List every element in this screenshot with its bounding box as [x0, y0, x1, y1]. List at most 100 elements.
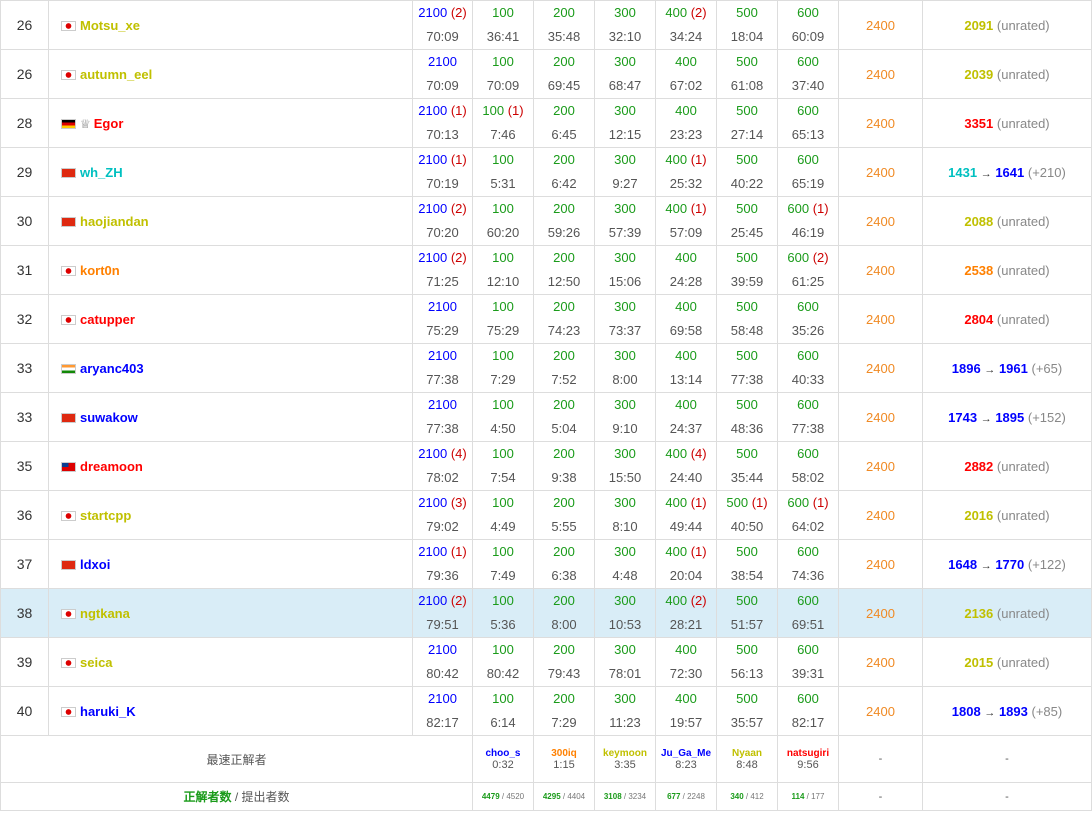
- problem-cell[interactable]: 2100 (2) 79:51: [412, 588, 473, 638]
- problem-cell[interactable]: 500 77:38: [716, 343, 778, 393]
- fastest-user[interactable]: natsugiri: [778, 748, 838, 759]
- problem-cell[interactable]: 200 8:00: [533, 588, 595, 638]
- problem-cell[interactable]: 200 7:29: [533, 686, 595, 736]
- problem-cell[interactable]: 100 (1) 7:46: [472, 98, 534, 148]
- problem-cell[interactable]: 2100 75:29: [412, 294, 473, 344]
- problem-cell[interactable]: 2100 77:38: [412, 343, 473, 393]
- problem-cell[interactable]: 200 6:45: [533, 98, 595, 148]
- problem-cell[interactable]: 300 9:10: [594, 392, 656, 442]
- problem-cell[interactable]: 400 67:02: [655, 49, 717, 99]
- problem-cell[interactable]: 500 40:22: [716, 147, 778, 197]
- problem-cell[interactable]: 400 (1) 20:04: [655, 539, 717, 589]
- problem-cell[interactable]: 2100 (1) 70:13: [412, 98, 473, 148]
- problem-cell[interactable]: 200 5:55: [533, 490, 595, 540]
- problem-cell[interactable]: 2100 (1) 70:19: [412, 147, 473, 197]
- problem-cell[interactable]: 600 65:19: [777, 147, 839, 197]
- problem-cell[interactable]: 200 7:52: [533, 343, 595, 393]
- problem-cell[interactable]: 200 9:38: [533, 441, 595, 491]
- username-link[interactable]: startcpp: [80, 508, 131, 523]
- problem-cell[interactable]: 400 (2) 34:24: [655, 0, 717, 50]
- username-link[interactable]: aryanc403: [80, 361, 144, 376]
- problem-cell[interactable]: 600 39:31: [777, 637, 839, 687]
- problem-cell[interactable]: 300 8:10: [594, 490, 656, 540]
- problem-cell[interactable]: 300 15:06: [594, 245, 656, 295]
- problem-cell[interactable]: 400 69:58: [655, 294, 717, 344]
- username-link[interactable]: autumn_eel: [80, 67, 152, 82]
- problem-cell[interactable]: 300 8:00: [594, 343, 656, 393]
- problem-cell[interactable]: 300 4:48: [594, 539, 656, 589]
- problem-cell[interactable]: 100 5:31: [472, 147, 534, 197]
- username-link[interactable]: ngtkana: [80, 606, 130, 621]
- problem-cell[interactable]: 300 15:50: [594, 441, 656, 491]
- problem-cell[interactable]: 2100 82:17: [412, 686, 473, 736]
- problem-cell[interactable]: 300 73:37: [594, 294, 656, 344]
- problem-cell[interactable]: 500 35:57: [716, 686, 778, 736]
- problem-cell[interactable]: 200 6:42: [533, 147, 595, 197]
- problem-cell[interactable]: 600 60:09: [777, 0, 839, 50]
- problem-cell[interactable]: 100 7:54: [472, 441, 534, 491]
- problem-cell[interactable]: 500 18:04: [716, 0, 778, 50]
- username-link[interactable]: suwakow: [80, 410, 138, 425]
- fastest-user[interactable]: Ju_Ga_Me: [656, 748, 716, 759]
- problem-cell[interactable]: 200 79:43: [533, 637, 595, 687]
- problem-cell[interactable]: 600 65:13: [777, 98, 839, 148]
- problem-cell[interactable]: 100 7:49: [472, 539, 534, 589]
- problem-cell[interactable]: 500 (1) 40:50: [716, 490, 778, 540]
- problem-cell[interactable]: 300 12:15: [594, 98, 656, 148]
- problem-cell[interactable]: 400 (2) 28:21: [655, 588, 717, 638]
- problem-cell[interactable]: 2100 70:09: [412, 49, 473, 99]
- problem-cell[interactable]: 500 35:44: [716, 441, 778, 491]
- username-link[interactable]: kort0n: [80, 263, 120, 278]
- problem-cell[interactable]: 2100 (4) 78:02: [412, 441, 473, 491]
- problem-cell[interactable]: 100 36:41: [472, 0, 534, 50]
- problem-cell[interactable]: 500 58:48: [716, 294, 778, 344]
- fastest-user[interactable]: choo_s: [473, 748, 533, 759]
- problem-cell[interactable]: 100 4:50: [472, 392, 534, 442]
- problem-cell[interactable]: 500 39:59: [716, 245, 778, 295]
- problem-cell[interactable]: 200 12:50: [533, 245, 595, 295]
- problem-cell[interactable]: 400 (4) 24:40: [655, 441, 717, 491]
- problem-cell[interactable]: 2100 (2) 70:09: [412, 0, 473, 50]
- problem-cell[interactable]: 100 70:09: [472, 49, 534, 99]
- problem-cell[interactable]: 600 69:51: [777, 588, 839, 638]
- problem-cell[interactable]: 400 19:57: [655, 686, 717, 736]
- problem-cell[interactable]: 2100 (3) 79:02: [412, 490, 473, 540]
- problem-cell[interactable]: 600 (1) 46:19: [777, 196, 839, 246]
- username-link[interactable]: Egor: [94, 116, 124, 131]
- problem-cell[interactable]: 200 6:38: [533, 539, 595, 589]
- fastest-user[interactable]: keymoon: [595, 748, 655, 759]
- problem-cell[interactable]: 600 (1) 64:02: [777, 490, 839, 540]
- problem-cell[interactable]: 100 80:42: [472, 637, 534, 687]
- problem-cell[interactable]: 100 12:10: [472, 245, 534, 295]
- problem-cell[interactable]: 100 4:49: [472, 490, 534, 540]
- problem-cell[interactable]: 500 56:13: [716, 637, 778, 687]
- problem-cell[interactable]: 100 7:29: [472, 343, 534, 393]
- problem-cell[interactable]: 400 24:28: [655, 245, 717, 295]
- problem-cell[interactable]: 400 23:23: [655, 98, 717, 148]
- problem-cell[interactable]: 600 37:40: [777, 49, 839, 99]
- problem-cell[interactable]: 300 9:27: [594, 147, 656, 197]
- problem-cell[interactable]: 300 78:01: [594, 637, 656, 687]
- problem-cell[interactable]: 400 24:37: [655, 392, 717, 442]
- username-link[interactable]: Motsu_xe: [80, 18, 140, 33]
- problem-cell[interactable]: 200 74:23: [533, 294, 595, 344]
- fastest-user[interactable]: 300iq: [534, 748, 594, 759]
- problem-cell[interactable]: 400 (1) 25:32: [655, 147, 717, 197]
- username-link[interactable]: dreamoon: [80, 459, 143, 474]
- problem-cell[interactable]: 300 10:53: [594, 588, 656, 638]
- problem-cell[interactable]: 100 60:20: [472, 196, 534, 246]
- problem-cell[interactable]: 100 5:36: [472, 588, 534, 638]
- problem-cell[interactable]: 600 82:17: [777, 686, 839, 736]
- problem-cell[interactable]: 2100 (2) 71:25: [412, 245, 473, 295]
- problem-cell[interactable]: 500 51:57: [716, 588, 778, 638]
- username-link[interactable]: haruki_K: [80, 704, 136, 719]
- username-link[interactable]: ldxoi: [80, 557, 110, 572]
- problem-cell[interactable]: 300 32:10: [594, 0, 656, 50]
- problem-cell[interactable]: 500 38:54: [716, 539, 778, 589]
- problem-cell[interactable]: 600 (2) 61:25: [777, 245, 839, 295]
- username-link[interactable]: haojiandan: [80, 214, 149, 229]
- problem-cell[interactable]: 600 74:36: [777, 539, 839, 589]
- problem-cell[interactable]: 400 (1) 49:44: [655, 490, 717, 540]
- problem-cell[interactable]: 300 11:23: [594, 686, 656, 736]
- fastest-user[interactable]: Nyaan: [717, 748, 777, 759]
